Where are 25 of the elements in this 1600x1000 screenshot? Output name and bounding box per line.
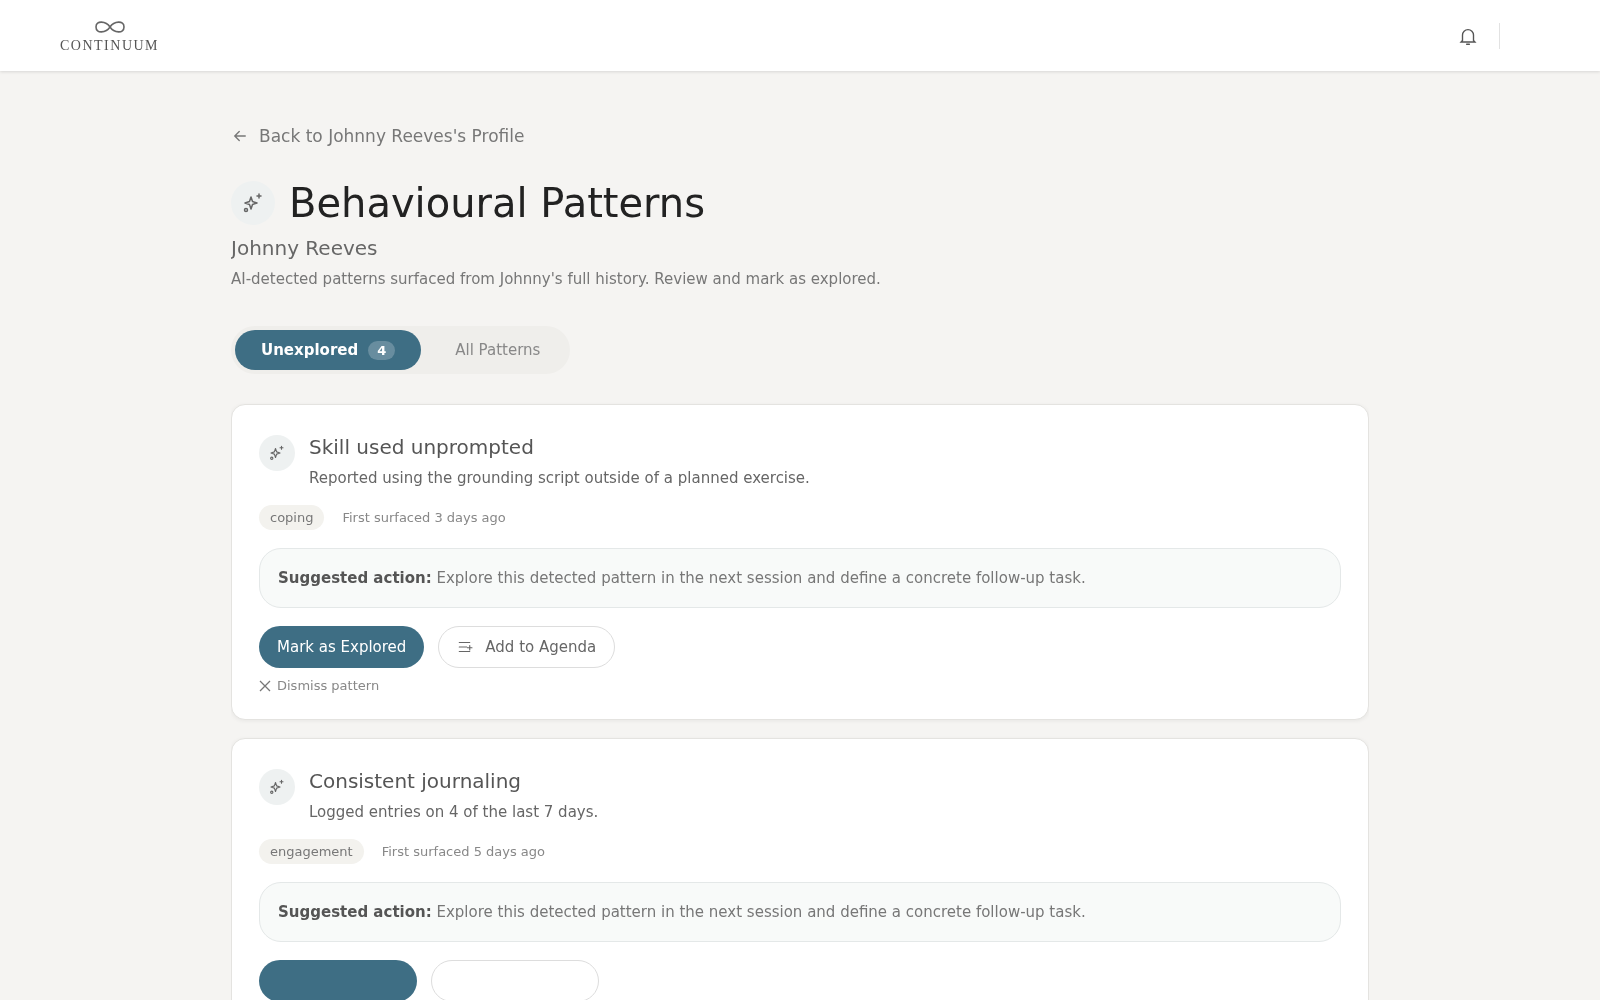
surfaced-date: First surfaced 3 days ago [342, 510, 506, 525]
suggested-action: Suggested action: Explore this detected pattern in the next session and define a concrete follow-up task. [259, 882, 1341, 942]
sparkle-icon [241, 191, 265, 215]
back-link[interactable]: Back to Johnny Reeves's Profile [231, 126, 525, 146]
mark-explored-button[interactable] [259, 960, 417, 1000]
suggested-action: Suggested action: Explore this detected pattern in the next session and define a concrete follow-up task. [259, 548, 1341, 608]
count-badge: 4 [368, 340, 396, 360]
surfaced-date: First surfaced 5 days ago [381, 844, 546, 859]
pattern-tag: coping [259, 505, 325, 530]
pattern-detail: Logged entries on 4 of the last 7 days. [309, 803, 599, 821]
filter-tab[interactable]: All Patterns [429, 330, 567, 370]
add-agenda-button[interactable]: Add to Agenda [438, 626, 616, 668]
sparkle-icon [268, 778, 286, 796]
pattern-detail: Reported using the grounding script outside of a planned exercise. [309, 469, 810, 487]
mark-explored-button[interactable]: Mark as Explored [259, 626, 425, 668]
logo-text: CONTINUUM [60, 37, 160, 54]
sparkle-icon [268, 444, 286, 462]
filter-tab[interactable]: Unexplored 4 [235, 330, 422, 370]
page-description: AI-detected patterns surfaced from Johnny's full history. Review and mark as explored. [231, 270, 882, 288]
dismiss-link[interactable]: Dismiss pattern [259, 678, 380, 693]
pattern-tag: engagement [259, 839, 364, 864]
pattern-title: Consistent journaling [309, 769, 523, 793]
pattern-title: Skill used unprompted [309, 435, 535, 459]
close-icon [259, 679, 271, 692]
page-title: Behavioural Patterns [289, 180, 706, 226]
